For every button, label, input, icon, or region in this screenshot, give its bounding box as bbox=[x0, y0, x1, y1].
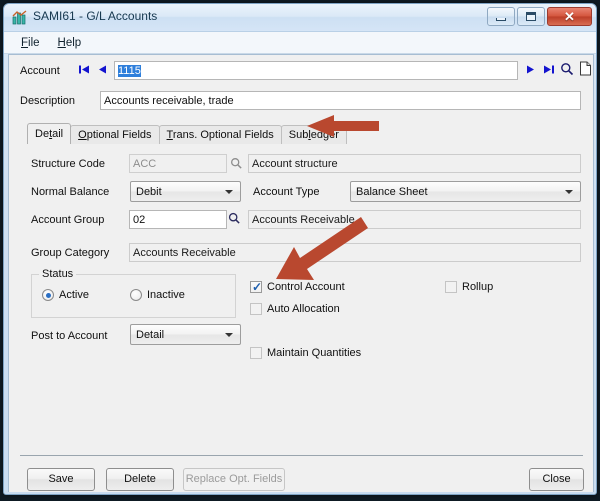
delete-button[interactable]: Delete bbox=[106, 468, 174, 491]
rollup-box bbox=[445, 281, 457, 293]
account-group-value: 02 bbox=[133, 214, 145, 226]
normal-balance-select[interactable]: Debit bbox=[130, 181, 241, 202]
close-button[interactable]: Close bbox=[529, 468, 584, 491]
checkbox-rollup[interactable]: Rollup bbox=[445, 281, 493, 293]
new-record-icon[interactable] bbox=[579, 61, 592, 76]
tab-trans-optional-fields-post: rans. Optional Fields bbox=[173, 129, 274, 141]
account-group-input[interactable]: 02 bbox=[129, 210, 227, 229]
normal-balance-label: Normal Balance bbox=[31, 186, 109, 198]
tab-subledger-post: edger bbox=[311, 129, 339, 141]
chart-bar-icon bbox=[12, 10, 28, 26]
account-group-label: Account Group bbox=[31, 214, 104, 226]
tab-detail-post: ail bbox=[52, 128, 63, 140]
chevron-down-icon bbox=[565, 190, 573, 194]
previous-record-icon[interactable] bbox=[97, 63, 108, 76]
tab-subledger[interactable]: Subledger bbox=[281, 125, 347, 144]
normal-balance-value: Debit bbox=[136, 186, 162, 198]
group-category-value: Accounts Receivable bbox=[133, 247, 236, 259]
group-category-field: Accounts Receivable bbox=[129, 243, 581, 262]
title-bar: SAMI61 - G/L Accounts ✕ bbox=[4, 4, 596, 32]
menu-file-accel: F bbox=[21, 37, 28, 49]
account-input[interactable]: 1115 bbox=[114, 61, 518, 80]
first-record-icon[interactable] bbox=[78, 63, 91, 76]
menu-item-help[interactable]: Help bbox=[49, 35, 91, 51]
structure-code-label: Structure Code bbox=[31, 158, 105, 170]
account-type-value: Balance Sheet bbox=[356, 186, 428, 198]
menu-help-rest: elp bbox=[66, 37, 81, 49]
account-type-select[interactable]: Balance Sheet bbox=[350, 181, 581, 202]
account-type-label: Account Type bbox=[253, 186, 319, 198]
structure-code-input[interactable]: ACC bbox=[129, 154, 227, 173]
account-group-description-value: Accounts Receivable bbox=[252, 214, 355, 226]
account-value: 1115 bbox=[118, 65, 141, 77]
check-icon: ✓ bbox=[252, 280, 262, 294]
minimize-icon bbox=[496, 18, 506, 21]
minimize-button[interactable] bbox=[487, 7, 515, 26]
maintain-quantities-box bbox=[250, 347, 262, 359]
chevron-down-icon bbox=[225, 333, 233, 337]
search-icon[interactable] bbox=[560, 62, 574, 76]
auto-allocation-box bbox=[250, 303, 262, 315]
next-record-icon[interactable] bbox=[525, 63, 536, 76]
post-to-account-select[interactable]: Detail bbox=[130, 324, 241, 345]
radio-inactive-label: Inactive bbox=[147, 289, 185, 301]
radio-active-dot bbox=[42, 289, 54, 301]
window-controls: ✕ bbox=[487, 7, 592, 26]
tab-optional-fields-post: ptional Fields bbox=[87, 129, 152, 141]
tab-subledger-pre: Sub bbox=[289, 129, 309, 141]
tab-optional-fields[interactable]: Optional Fields bbox=[70, 125, 159, 144]
last-record-icon[interactable] bbox=[542, 63, 555, 76]
description-label: Description bbox=[20, 95, 75, 107]
footer-separator bbox=[20, 455, 583, 456]
checkbox-control-account-label: Control Account bbox=[267, 281, 345, 293]
checkbox-maintain-quantities[interactable]: Maintain Quantities bbox=[250, 347, 361, 359]
post-to-account-label: Post to Account bbox=[31, 330, 107, 342]
description-value: Accounts receivable, trade bbox=[104, 95, 234, 107]
maximize-icon bbox=[526, 12, 536, 21]
gl-accounts-window: SAMI61 - G/L Accounts ✕ File Help Accoun… bbox=[3, 3, 597, 495]
control-account-box: ✓ bbox=[250, 281, 262, 293]
description-input[interactable]: Accounts receivable, trade bbox=[100, 91, 581, 110]
window-title: SAMI61 - G/L Accounts bbox=[33, 9, 157, 23]
tab-detail-pre: De bbox=[35, 128, 49, 140]
save-button[interactable]: Save bbox=[27, 468, 95, 491]
tab-detail[interactable]: Detail bbox=[27, 123, 71, 144]
chevron-down-icon bbox=[225, 190, 233, 194]
tab-trans-optional-fields[interactable]: Trans. Optional Fields bbox=[159, 125, 282, 144]
account-group-finder-icon[interactable] bbox=[228, 212, 241, 225]
status-groupbox-label: Status bbox=[39, 268, 76, 280]
tab-strip: Detail Optional Fields Trans. Optional F… bbox=[27, 123, 346, 144]
radio-status-inactive[interactable]: Inactive bbox=[130, 289, 185, 301]
maximize-button[interactable] bbox=[517, 7, 545, 26]
menu-file-rest: ile bbox=[28, 37, 40, 49]
close-icon: ✕ bbox=[564, 10, 575, 23]
structure-code-description-value: Account structure bbox=[252, 158, 338, 170]
checkbox-auto-allocation[interactable]: Auto Allocation bbox=[250, 303, 340, 315]
close-window-button[interactable]: ✕ bbox=[547, 7, 592, 26]
checkbox-control-account[interactable]: ✓ Control Account bbox=[250, 281, 345, 293]
tab-optional-fields-accel: O bbox=[78, 129, 87, 141]
group-category-label: Group Category bbox=[31, 247, 109, 259]
menu-bar: File Help bbox=[4, 32, 596, 54]
post-to-account-value: Detail bbox=[136, 329, 164, 341]
structure-code-finder-icon[interactable] bbox=[230, 157, 243, 170]
menu-item-file[interactable]: File bbox=[12, 35, 49, 51]
account-label: Account bbox=[20, 65, 60, 77]
checkbox-auto-allocation-label: Auto Allocation bbox=[267, 303, 340, 315]
structure-code-description: Account structure bbox=[248, 154, 581, 173]
radio-inactive-dot bbox=[130, 289, 142, 301]
radio-status-active[interactable]: Active bbox=[42, 289, 89, 301]
checkbox-rollup-label: Rollup bbox=[462, 281, 493, 293]
checkbox-maintain-quantities-label: Maintain Quantities bbox=[267, 347, 361, 359]
replace-opt-fields-button[interactable]: Replace Opt. Fields bbox=[183, 468, 285, 491]
structure-code-value: ACC bbox=[133, 158, 156, 170]
account-group-description: Accounts Receivable bbox=[248, 210, 581, 229]
radio-active-label: Active bbox=[59, 289, 89, 301]
menu-help-accel: H bbox=[58, 37, 66, 49]
client-area: Account 1115 Description Accounts receiv… bbox=[8, 54, 594, 492]
